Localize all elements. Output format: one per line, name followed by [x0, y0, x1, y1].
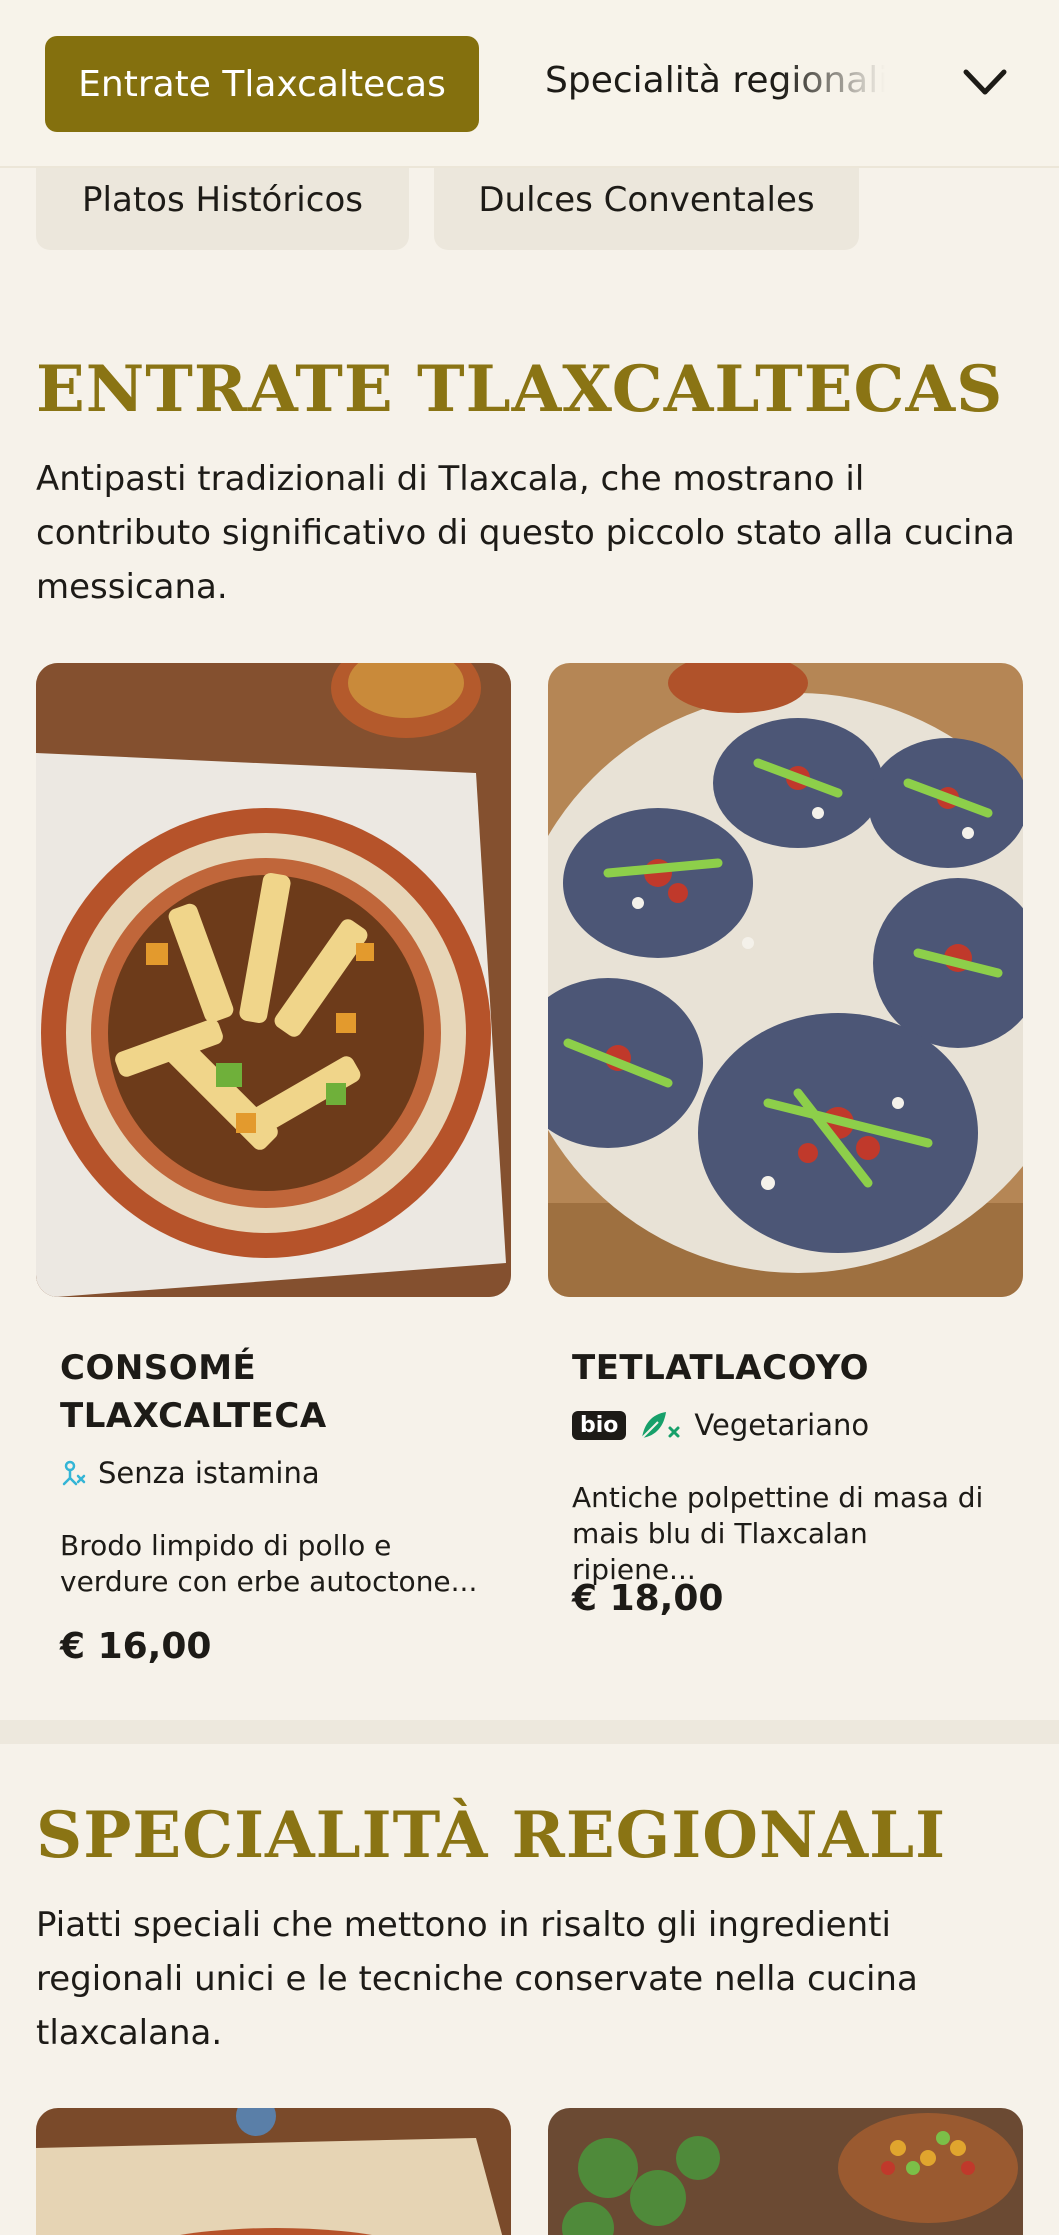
- dish-tag-consome: Senza istamina: [60, 1456, 320, 1490]
- bio-badge: bio: [572, 1410, 627, 1440]
- dish-image-specialita-2[interactable]: [548, 2108, 1023, 2235]
- section-description-specialita: Piatti speciali che mettono in risalto g…: [36, 1905, 918, 2053]
- dish-desc-line1: Antiche polpettine di masa di: [572, 1481, 984, 1514]
- dish-price-tetlatlacoyo: € 18,00: [572, 1578, 724, 1619]
- section-title-entrate: ENTRATE TLAXCALTECAS: [36, 352, 1004, 427]
- dish-tag-label: Vegetariano: [694, 1408, 870, 1442]
- dish-name-line2: TLAXCALTECA: [60, 1396, 327, 1436]
- dish-image-specialita-1[interactable]: [36, 2108, 511, 2235]
- dish-price-consome: € 16,00: [60, 1626, 212, 1667]
- dish-image-consome[interactable]: [36, 663, 511, 1297]
- section-divider: [0, 1720, 1059, 1744]
- dish-name-line1: TETLATLACOYO: [572, 1348, 870, 1388]
- dish-name-consome[interactable]: CONSOMÉ TLAXCALTECA: [60, 1344, 327, 1440]
- dish-image-tetlatlacoyo[interactable]: [548, 663, 1023, 1297]
- dish-name-tetlatlacoyo[interactable]: TETLATLACOYO: [572, 1344, 869, 1392]
- dish-desc-line2: verdure con erbe autoctone...: [60, 1565, 478, 1598]
- dish-desc-line1: Brodo limpido di pollo e: [60, 1529, 392, 1562]
- dish-description-consome: Brodo limpido di pollo e verdure con erb…: [60, 1528, 480, 1600]
- section-title-specialita: SPECIALITÀ REGIONALI: [36, 1798, 947, 1873]
- dish-tags-tetlatlacoyo: bio Vegetariano: [572, 1408, 869, 1442]
- chevron-down-icon[interactable]: [960, 62, 1010, 102]
- section-description-entrate: Antipasti tradizionali di Tlaxcala, che …: [36, 459, 1015, 607]
- tab-fade-overlay: [780, 40, 930, 130]
- no-histamine-icon: [62, 1460, 86, 1486]
- dish-name-line1: CONSOMÉ: [60, 1348, 257, 1388]
- tab-entrate-tlaxcaltecas[interactable]: Entrate Tlaxcaltecas: [45, 36, 479, 132]
- category-nav-bar: Entrate Tlaxcaltecas Specialità regional…: [0, 0, 1059, 168]
- dish-tag-label: Senza istamina: [98, 1456, 320, 1490]
- vegetarian-icon: [641, 1412, 680, 1439]
- dish-description-tetlatlacoyo: Antiche polpettine di masa di mais blu d…: [572, 1480, 992, 1588]
